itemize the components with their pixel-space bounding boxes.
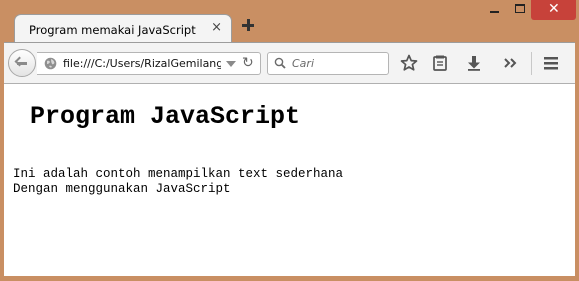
url-text: file:///C:/Users/RizalGemilang — [63, 57, 221, 70]
maximize-icon — [515, 4, 525, 13]
tab-active[interactable]: Program memakai JavaScript × — [14, 14, 232, 44]
back-button-icon[interactable] — [8, 49, 36, 77]
page-heading: Program JavaScript — [30, 102, 301, 131]
download-icon[interactable] — [464, 53, 484, 73]
new-tab-plus-icon[interactable] — [241, 18, 255, 32]
minimize-icon — [490, 11, 499, 13]
tab-strip: Program memakai JavaScript × ✕ — [0, 0, 579, 44]
reload-icon[interactable]: ↻ — [242, 56, 254, 70]
search-placeholder: Cari — [292, 57, 314, 70]
search-bar[interactable]: Cari — [267, 52, 389, 75]
bookmark-star-icon[interactable] — [399, 53, 419, 73]
globe-icon — [44, 57, 57, 70]
close-window-button[interactable]: ✕ — [531, 0, 576, 20]
minimize-button[interactable] — [482, 0, 508, 20]
nav-toolbar: file:///C:/Users/RizalGemilang ↻ Cari — [4, 42, 575, 83]
tab-title: Program memakai JavaScript — [29, 23, 196, 37]
page-text-line: Ini adalah contoh menampilkan text seder… — [13, 167, 344, 181]
reading-list-icon[interactable] — [430, 53, 450, 73]
page-text-line: Dengan menggunakan JavaScript — [13, 182, 231, 196]
url-history-dropdown-icon[interactable] — [226, 61, 236, 67]
toolbar-separator — [531, 52, 532, 75]
search-icon — [274, 57, 286, 69]
tab-close-icon[interactable]: × — [211, 21, 222, 34]
url-bar[interactable]: file:///C:/Users/RizalGemilang ↻ — [37, 52, 261, 75]
close-icon: ✕ — [548, 1, 560, 17]
overflow-chevron-icon[interactable] — [501, 53, 521, 73]
maximize-button[interactable] — [507, 0, 533, 20]
page-content: Program JavaScript Ini adalah contoh men… — [4, 83, 575, 276]
browser-window: Program memakai JavaScript × ✕ file:///C… — [0, 0, 579, 281]
hamburger-menu-icon[interactable] — [541, 53, 561, 73]
